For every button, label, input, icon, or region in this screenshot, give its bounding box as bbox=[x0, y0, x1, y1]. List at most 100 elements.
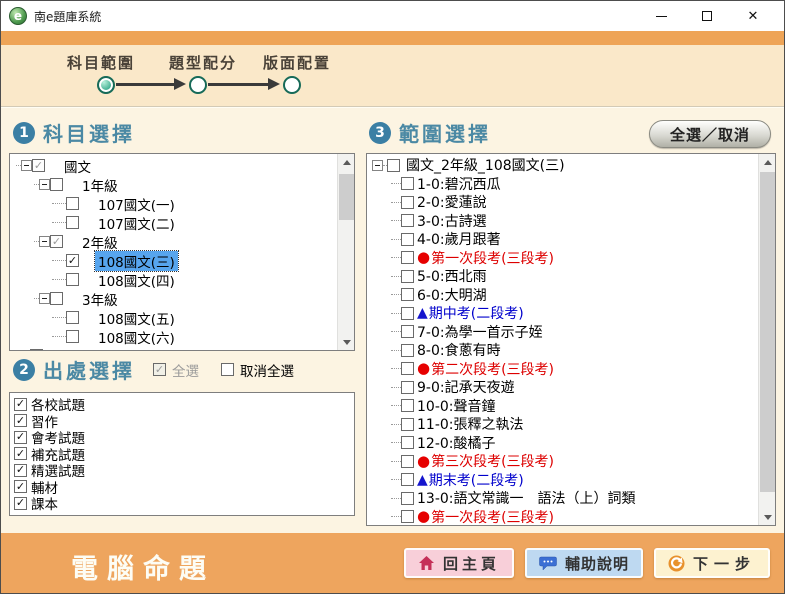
range-checkbox[interactable] bbox=[401, 233, 414, 246]
tree-checkbox[interactable] bbox=[50, 235, 63, 248]
range-checkbox[interactable] bbox=[401, 214, 414, 227]
range-checkbox[interactable] bbox=[401, 362, 414, 375]
tree-checkbox[interactable] bbox=[32, 159, 45, 172]
tree-checkbox[interactable] bbox=[66, 216, 79, 229]
tree-item[interactable]: 3年級 bbox=[12, 289, 336, 308]
range-item-label[interactable]: 11-0:張釋之執法 bbox=[417, 414, 524, 434]
tree-item[interactable]: ●第三次段考(三段考) bbox=[369, 452, 757, 471]
tree-item[interactable]: 107國文(一) bbox=[12, 194, 336, 213]
list-item[interactable]: 精選試題 bbox=[12, 462, 352, 479]
scrollbar[interactable] bbox=[758, 154, 775, 525]
tree-item-label[interactable]: 107國文(一) bbox=[95, 194, 178, 214]
tree-item[interactable]: 4-0:歲月跟著 bbox=[369, 230, 757, 249]
list-item[interactable]: 各校試題 bbox=[12, 396, 352, 413]
list-item[interactable]: 課本 bbox=[12, 495, 352, 512]
list-item[interactable]: 輔材 bbox=[12, 479, 352, 496]
tree-checkbox[interactable] bbox=[66, 273, 79, 286]
range-checkbox[interactable] bbox=[401, 473, 414, 486]
tree-checkbox[interactable] bbox=[66, 330, 79, 343]
range-checkbox[interactable] bbox=[401, 307, 414, 320]
range-checkbox[interactable] bbox=[401, 381, 414, 394]
tree-item-label[interactable]: 國文_2年級_108國文(三) bbox=[403, 155, 568, 175]
next-step-button[interactable]: 下一步 bbox=[654, 548, 770, 578]
tree-item[interactable]: 7-0:為學一首示子姪 bbox=[369, 323, 757, 342]
tree-item[interactable]: 11-0:張釋之執法 bbox=[369, 415, 757, 434]
range-item-label[interactable]: 13-0:語文常識一 語法（上）詞類 bbox=[417, 488, 636, 508]
tree-item[interactable]: 108國文(六) bbox=[12, 327, 336, 346]
tree-item[interactable]: ●第一次段考(三段考) bbox=[369, 249, 757, 268]
range-item-label[interactable]: 9-0:記承天夜遊 bbox=[417, 377, 515, 397]
range-item-label[interactable]: 12-0:酸橘子 bbox=[417, 433, 496, 453]
tree-item[interactable]: 13-0:語文常識一 語法（上）詞類 bbox=[369, 489, 757, 508]
source-checkbox[interactable] bbox=[14, 414, 27, 427]
tree-item[interactable]: ●第二次段考(三段考) bbox=[369, 360, 757, 379]
scrollbar-thumb[interactable] bbox=[760, 172, 775, 492]
source-checkbox[interactable] bbox=[14, 497, 27, 510]
scroll-down-icon[interactable] bbox=[338, 334, 355, 350]
source-checkbox[interactable] bbox=[14, 398, 27, 411]
range-item-label[interactable]: 第三次段考(三段考) bbox=[431, 451, 554, 471]
range-checkbox[interactable] bbox=[401, 251, 414, 264]
tree-item[interactable]: 107國文(二) bbox=[12, 213, 336, 232]
source-checkbox[interactable] bbox=[14, 464, 27, 477]
range-item-label[interactable]: 6-0:大明湖 bbox=[417, 285, 487, 305]
range-item-label[interactable]: 期末考(二段考) bbox=[429, 470, 524, 490]
range-item-label[interactable]: 第一次段考(三段考) bbox=[431, 248, 554, 268]
tree-checkbox[interactable] bbox=[66, 311, 79, 324]
source-checkbox[interactable] bbox=[14, 431, 27, 444]
tree-checkbox[interactable] bbox=[66, 254, 79, 267]
collapse-icon[interactable] bbox=[21, 160, 32, 171]
tree-checkbox[interactable] bbox=[50, 292, 63, 305]
tree-checkbox[interactable] bbox=[50, 178, 63, 191]
tree-item-label[interactable]: 2年級 bbox=[79, 232, 121, 252]
step-dot-2[interactable] bbox=[189, 76, 207, 94]
tree-item[interactable]: ●第一次段考(三段考) bbox=[369, 508, 757, 527]
tree-item[interactable]: ▲期末考(二段考) bbox=[369, 471, 757, 490]
help-button[interactable]: 輔助說明 bbox=[525, 548, 643, 578]
range-checkbox[interactable] bbox=[401, 399, 414, 412]
range-checkbox[interactable] bbox=[401, 455, 414, 468]
tree-item-label[interactable]: 歷屆試題 bbox=[59, 346, 119, 352]
tree-item-label[interactable]: 108國文(四) bbox=[95, 270, 178, 290]
range-checkbox[interactable] bbox=[401, 418, 414, 431]
range-item-label[interactable]: 10-0:聲音鐘 bbox=[417, 396, 496, 416]
source-checkbox[interactable] bbox=[14, 480, 27, 493]
minimize-button[interactable] bbox=[638, 2, 684, 30]
tree-checkbox[interactable] bbox=[66, 197, 79, 210]
range-item-label[interactable]: 第二次段考(三段考) bbox=[431, 359, 554, 379]
range-checkbox[interactable] bbox=[401, 510, 414, 523]
tree-item-label[interactable]: 108國文(五) bbox=[95, 308, 178, 328]
scrollbar[interactable] bbox=[337, 154, 354, 350]
scroll-down-icon[interactable] bbox=[759, 509, 776, 525]
range-checkbox[interactable] bbox=[401, 436, 414, 449]
tree-item[interactable]: 5-0:西北雨 bbox=[369, 267, 757, 286]
range-item-label[interactable]: 1-0:碧沉西瓜 bbox=[417, 174, 501, 194]
range-checkbox[interactable] bbox=[401, 288, 414, 301]
tree-item[interactable]: 1-0:碧沉西瓜 bbox=[369, 175, 757, 194]
range-checkbox[interactable] bbox=[401, 344, 414, 357]
select-all-toggle-button[interactable]: 全選／取消 bbox=[649, 120, 771, 148]
home-button[interactable]: 回主頁 bbox=[404, 548, 514, 578]
tree-item-label[interactable]: 1年級 bbox=[79, 175, 121, 195]
maximize-button[interactable] bbox=[684, 2, 730, 30]
range-checkbox[interactable] bbox=[401, 270, 414, 283]
tree-checkbox[interactable] bbox=[30, 349, 43, 351]
tree-item[interactable]: ▲期中考(二段考) bbox=[369, 304, 757, 323]
tree-item[interactable]: 3-0:古詩選 bbox=[369, 212, 757, 231]
step-dot-3[interactable] bbox=[283, 76, 301, 94]
tree-item[interactable]: 8-0:食蔥有時 bbox=[369, 341, 757, 360]
range-item-label[interactable]: 2-0:愛蓮說 bbox=[417, 192, 487, 212]
tree-item[interactable]: 9-0:記承天夜遊 bbox=[369, 378, 757, 397]
tree-item-label[interactable]: 107國文(二) bbox=[95, 213, 178, 233]
tree-item[interactable]: 10-0:聲音鐘 bbox=[369, 397, 757, 416]
range-checkbox[interactable] bbox=[401, 325, 414, 338]
collapse-icon[interactable] bbox=[39, 179, 50, 190]
tree-item[interactable]: 2-0:愛蓮說 bbox=[369, 193, 757, 212]
range-item-label[interactable]: 5-0:西北雨 bbox=[417, 266, 487, 286]
scroll-up-icon[interactable] bbox=[759, 154, 776, 170]
range-item-label[interactable]: 4-0:歲月跟著 bbox=[417, 229, 501, 249]
tree-item[interactable]: 12-0:酸橘子 bbox=[369, 434, 757, 453]
range-item-label[interactable]: 3-0:古詩選 bbox=[417, 211, 487, 231]
tree-item[interactable]: 108國文(三) bbox=[12, 251, 336, 270]
tree-item[interactable]: 歷屆試題 bbox=[12, 346, 336, 351]
